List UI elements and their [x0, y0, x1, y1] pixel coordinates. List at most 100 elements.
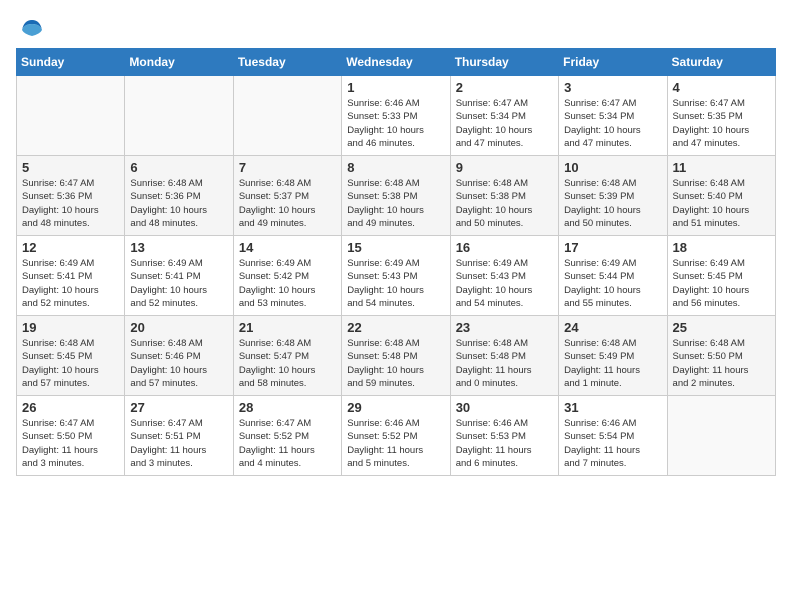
calendar-header-row: SundayMondayTuesdayWednesdayThursdayFrid… — [17, 49, 776, 76]
day-number: 28 — [239, 400, 336, 415]
day-number: 16 — [456, 240, 553, 255]
day-number: 25 — [673, 320, 770, 335]
day-info: Sunrise: 6:49 AM Sunset: 5:44 PM Dayligh… — [564, 257, 661, 310]
calendar-cell: 11 Sunrise: 6:48 AM Sunset: 5:40 PM Dayli… — [667, 156, 775, 236]
calendar-week-row: 19Sunrise: 6:48 AM Sunset: 5:45 PM Dayli… — [17, 316, 776, 396]
day-number: 8 — [347, 160, 444, 175]
day-number: 5 — [22, 160, 119, 175]
day-info: Sunrise: 6:48 AM Sunset: 5:38 PM Dayligh… — [456, 177, 553, 230]
calendar-cell: 24 Sunrise: 6:48 AM Sunset: 5:49 PM Dayli… — [559, 316, 667, 396]
day-number: 23 — [456, 320, 553, 335]
calendar-cell: 25 Sunrise: 6:48 AM Sunset: 5:50 PM Dayli… — [667, 316, 775, 396]
day-number: 13 — [130, 240, 227, 255]
calendar-cell: 1 Sunrise: 6:46 AM Sunset: 5:33 PM Daylig… — [342, 76, 450, 156]
day-info: Sunrise: 6:48 AM Sunset: 5:46 PM Dayligh… — [130, 337, 227, 390]
day-info: Sunrise: 6:47 AM Sunset: 5:52 PM Dayligh… — [239, 417, 336, 470]
calendar-cell: 2Sunrise: 6:47 AM Sunset: 5:34 PM Daylig… — [450, 76, 558, 156]
day-info: Sunrise: 6:48 AM Sunset: 5:47 PM Dayligh… — [239, 337, 336, 390]
calendar-week-row: 26 Sunrise: 6:47 AM Sunset: 5:50 PM Dayli… — [17, 396, 776, 476]
day-number: 14 — [239, 240, 336, 255]
calendar-week-row: 1 Sunrise: 6:46 AM Sunset: 5:33 PM Daylig… — [17, 76, 776, 156]
day-info: Sunrise: 6:48 AM Sunset: 5:39 PM Dayligh… — [564, 177, 661, 230]
day-header-wednesday: Wednesday — [342, 49, 450, 76]
day-number: 6 — [130, 160, 227, 175]
day-number: 17 — [564, 240, 661, 255]
calendar-cell: 14 Sunrise: 6:49 AM Sunset: 5:42 PM Dayli… — [233, 236, 341, 316]
calendar-week-row: 12 Sunrise: 6:49 AM Sunset: 5:41 PM Dayli… — [17, 236, 776, 316]
calendar-cell — [667, 396, 775, 476]
day-number: 12 — [22, 240, 119, 255]
day-info: Sunrise: 6:47 AM Sunset: 5:34 PM Dayligh… — [564, 97, 661, 150]
calendar-cell: 15Sunrise: 6:49 AM Sunset: 5:43 PM Dayli… — [342, 236, 450, 316]
day-info: Sunrise: 6:48 AM Sunset: 5:38 PM Dayligh… — [347, 177, 444, 230]
calendar-cell: 21 Sunrise: 6:48 AM Sunset: 5:47 PM Dayli… — [233, 316, 341, 396]
day-number: 24 — [564, 320, 661, 335]
day-info: Sunrise: 6:48 AM Sunset: 5:40 PM Dayligh… — [673, 177, 770, 230]
day-info: Sunrise: 6:49 AM Sunset: 5:41 PM Dayligh… — [130, 257, 227, 310]
calendar-table: SundayMondayTuesdayWednesdayThursdayFrid… — [16, 48, 776, 476]
day-info: Sunrise: 6:47 AM Sunset: 5:35 PM Dayligh… — [673, 97, 770, 150]
calendar-cell — [233, 76, 341, 156]
day-number: 21 — [239, 320, 336, 335]
calendar-cell: 6Sunrise: 6:48 AM Sunset: 5:36 PM Daylig… — [125, 156, 233, 236]
day-number: 11 — [673, 160, 770, 175]
logo — [16, 16, 46, 40]
calendar-cell: 17 Sunrise: 6:49 AM Sunset: 5:44 PM Dayli… — [559, 236, 667, 316]
logo-icon — [18, 16, 46, 44]
calendar-cell — [17, 76, 125, 156]
calendar-cell: 8 Sunrise: 6:48 AM Sunset: 5:38 PM Daylig… — [342, 156, 450, 236]
calendar-cell: 28 Sunrise: 6:47 AM Sunset: 5:52 PM Dayli… — [233, 396, 341, 476]
calendar-cell: 19Sunrise: 6:48 AM Sunset: 5:45 PM Dayli… — [17, 316, 125, 396]
day-number: 7 — [239, 160, 336, 175]
day-info: Sunrise: 6:46 AM Sunset: 5:33 PM Dayligh… — [347, 97, 444, 150]
calendar-cell: 7 Sunrise: 6:48 AM Sunset: 5:37 PM Daylig… — [233, 156, 341, 236]
day-number: 26 — [22, 400, 119, 415]
day-info: Sunrise: 6:48 AM Sunset: 5:48 PM Dayligh… — [347, 337, 444, 390]
day-header-monday: Monday — [125, 49, 233, 76]
day-number: 29 — [347, 400, 444, 415]
day-info: Sunrise: 6:48 AM Sunset: 5:37 PM Dayligh… — [239, 177, 336, 230]
calendar-cell: 26 Sunrise: 6:47 AM Sunset: 5:50 PM Dayli… — [17, 396, 125, 476]
day-number: 10 — [564, 160, 661, 175]
calendar-cell: 29 Sunrise: 6:46 AM Sunset: 5:52 PM Dayli… — [342, 396, 450, 476]
calendar-cell: 30 Sunrise: 6:46 AM Sunset: 5:53 PM Dayli… — [450, 396, 558, 476]
calendar-cell: 18 Sunrise: 6:49 AM Sunset: 5:45 PM Dayli… — [667, 236, 775, 316]
day-header-saturday: Saturday — [667, 49, 775, 76]
day-info: Sunrise: 6:46 AM Sunset: 5:52 PM Dayligh… — [347, 417, 444, 470]
day-number: 1 — [347, 80, 444, 95]
day-info: Sunrise: 6:48 AM Sunset: 5:49 PM Dayligh… — [564, 337, 661, 390]
day-info: Sunrise: 6:46 AM Sunset: 5:53 PM Dayligh… — [456, 417, 553, 470]
calendar-cell: 9 Sunrise: 6:48 AM Sunset: 5:38 PM Daylig… — [450, 156, 558, 236]
day-info: Sunrise: 6:47 AM Sunset: 5:36 PM Dayligh… — [22, 177, 119, 230]
day-info: Sunrise: 6:48 AM Sunset: 5:50 PM Dayligh… — [673, 337, 770, 390]
day-info: Sunrise: 6:47 AM Sunset: 5:51 PM Dayligh… — [130, 417, 227, 470]
day-number: 27 — [130, 400, 227, 415]
day-info: Sunrise: 6:46 AM Sunset: 5:54 PM Dayligh… — [564, 417, 661, 470]
day-info: Sunrise: 6:47 AM Sunset: 5:50 PM Dayligh… — [22, 417, 119, 470]
day-info: Sunrise: 6:49 AM Sunset: 5:45 PM Dayligh… — [673, 257, 770, 310]
calendar-cell: 5 Sunrise: 6:47 AM Sunset: 5:36 PM Daylig… — [17, 156, 125, 236]
calendar-cell: 23Sunrise: 6:48 AM Sunset: 5:48 PM Dayli… — [450, 316, 558, 396]
day-info: Sunrise: 6:47 AM Sunset: 5:34 PM Dayligh… — [456, 97, 553, 150]
day-number: 31 — [564, 400, 661, 415]
day-info: Sunrise: 6:49 AM Sunset: 5:41 PM Dayligh… — [22, 257, 119, 310]
day-info: Sunrise: 6:49 AM Sunset: 5:42 PM Dayligh… — [239, 257, 336, 310]
day-number: 4 — [673, 80, 770, 95]
page-header — [16, 16, 776, 40]
day-number: 30 — [456, 400, 553, 415]
calendar-cell: 20Sunrise: 6:48 AM Sunset: 5:46 PM Dayli… — [125, 316, 233, 396]
calendar-cell: 12 Sunrise: 6:49 AM Sunset: 5:41 PM Dayli… — [17, 236, 125, 316]
day-header-friday: Friday — [559, 49, 667, 76]
day-info: Sunrise: 6:48 AM Sunset: 5:45 PM Dayligh… — [22, 337, 119, 390]
calendar-cell: 27 Sunrise: 6:47 AM Sunset: 5:51 PM Dayli… — [125, 396, 233, 476]
day-number: 9 — [456, 160, 553, 175]
calendar-cell: 22 Sunrise: 6:48 AM Sunset: 5:48 PM Dayli… — [342, 316, 450, 396]
day-info: Sunrise: 6:49 AM Sunset: 5:43 PM Dayligh… — [347, 257, 444, 310]
calendar-cell: 3Sunrise: 6:47 AM Sunset: 5:34 PM Daylig… — [559, 76, 667, 156]
calendar-cell: 31 Sunrise: 6:46 AM Sunset: 5:54 PM Dayli… — [559, 396, 667, 476]
day-number: 18 — [673, 240, 770, 255]
day-number: 22 — [347, 320, 444, 335]
calendar-cell: 10 Sunrise: 6:48 AM Sunset: 5:39 PM Dayli… — [559, 156, 667, 236]
calendar-cell: 4 Sunrise: 6:47 AM Sunset: 5:35 PM Daylig… — [667, 76, 775, 156]
calendar-week-row: 5 Sunrise: 6:47 AM Sunset: 5:36 PM Daylig… — [17, 156, 776, 236]
